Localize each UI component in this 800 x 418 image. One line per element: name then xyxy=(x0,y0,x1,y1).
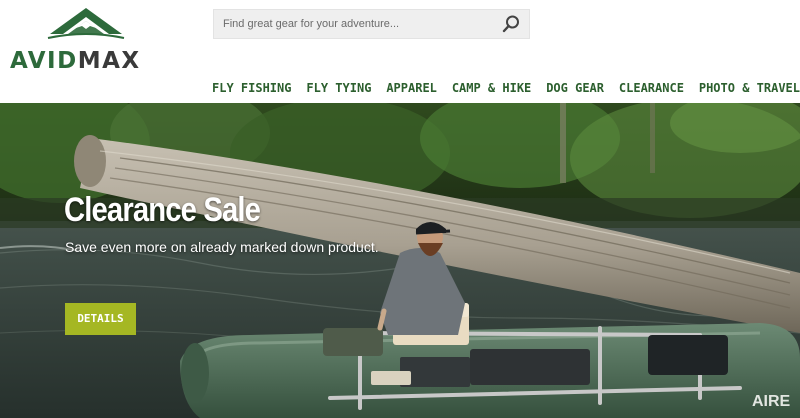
mountain-icon xyxy=(47,8,125,39)
hero-banner: AIRE Clearance Sale Save even more on al… xyxy=(0,103,800,418)
search-input[interactable] xyxy=(214,10,494,38)
nav-item-fly-fishing[interactable]: FLY FISHING xyxy=(212,78,291,98)
site-logo[interactable]: AVIDMAX xyxy=(10,4,162,74)
nav-item-apparel[interactable]: APPAREL xyxy=(386,78,437,98)
nav-item-camp-hike[interactable]: CAMP & HIKE xyxy=(452,78,531,98)
brand-name: AVIDMAX xyxy=(10,48,141,74)
brand-name-max: MAX xyxy=(77,48,141,74)
main-nav: FLY FISHING FLY TYING APPAREL CAMP & HIK… xyxy=(196,78,800,98)
nav-item-fly-tying[interactable]: FLY TYING xyxy=(306,78,371,98)
details-button[interactable]: DETAILS xyxy=(65,303,136,335)
nav-item-clearance[interactable]: CLEARANCE xyxy=(619,78,684,98)
hero-title: Clearance Sale xyxy=(64,191,261,229)
raft-brand-badge: AIRE xyxy=(752,393,791,410)
site-header: AVIDMAX FLY FISHING FLY TYING APPAREL CA… xyxy=(0,0,800,103)
search-icon xyxy=(502,15,519,33)
search-button[interactable] xyxy=(501,14,521,34)
brand-name-avid: AVID xyxy=(10,48,78,74)
nav-item-photo-travel[interactable]: PHOTO & TRAVEL xyxy=(699,78,800,98)
hero-subtitle: Save even more on already marked down pr… xyxy=(65,239,379,255)
nav-item-dog-gear[interactable]: DOG GEAR xyxy=(546,78,604,98)
hero-image: AIRE xyxy=(0,103,800,418)
search-bar xyxy=(213,9,530,39)
